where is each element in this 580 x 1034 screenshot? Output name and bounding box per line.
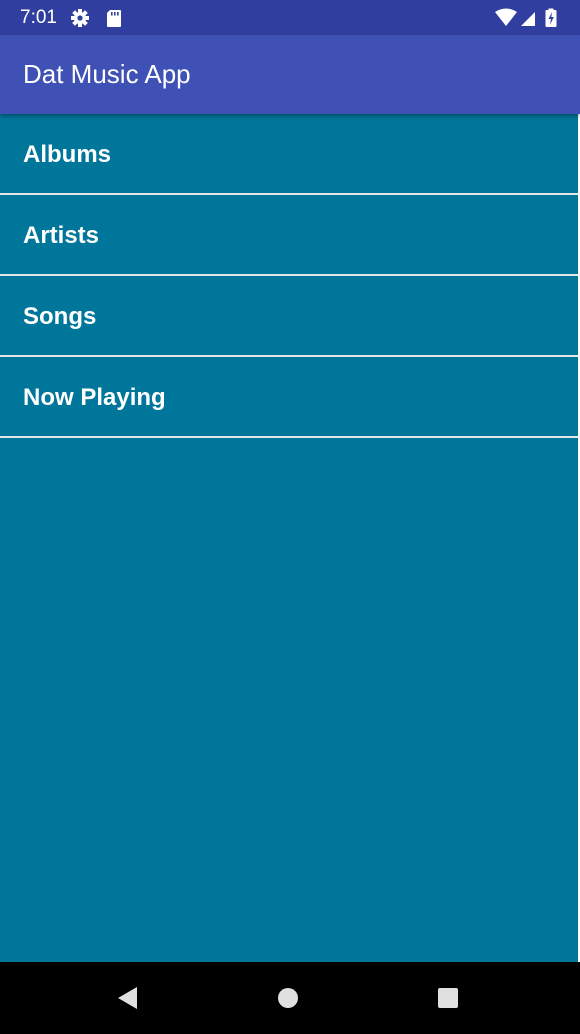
app-bar: Dat Music App	[0, 35, 580, 114]
back-icon[interactable]	[110, 980, 146, 1016]
status-time: 7:01	[20, 7, 57, 28]
navigation-bar	[0, 962, 580, 1034]
menu-item-label: Artists	[23, 222, 100, 249]
app-title: Dat Music App	[23, 59, 191, 89]
menu-item-label: Songs	[23, 303, 97, 330]
menu-item-artists[interactable]: Artists	[0, 195, 578, 276]
battery-charging-icon	[544, 8, 558, 28]
wifi-icon	[494, 8, 518, 28]
settings-icon	[70, 8, 90, 28]
menu-item-label: Now Playing	[23, 384, 166, 411]
sd-card-icon	[104, 8, 124, 28]
menu-item-label: Albums	[23, 141, 112, 168]
menu-item-now-playing[interactable]: Now Playing	[0, 357, 578, 438]
status-bar: 7:01	[0, 0, 580, 35]
recents-icon[interactable]	[430, 980, 466, 1016]
menu-item-songs[interactable]: Songs	[0, 276, 578, 357]
menu-item-albums[interactable]: Albums	[0, 114, 578, 195]
home-icon[interactable]	[270, 980, 306, 1016]
cell-signal-icon	[519, 8, 537, 28]
menu-list: Albums Artists Songs Now Playing	[0, 114, 580, 962]
